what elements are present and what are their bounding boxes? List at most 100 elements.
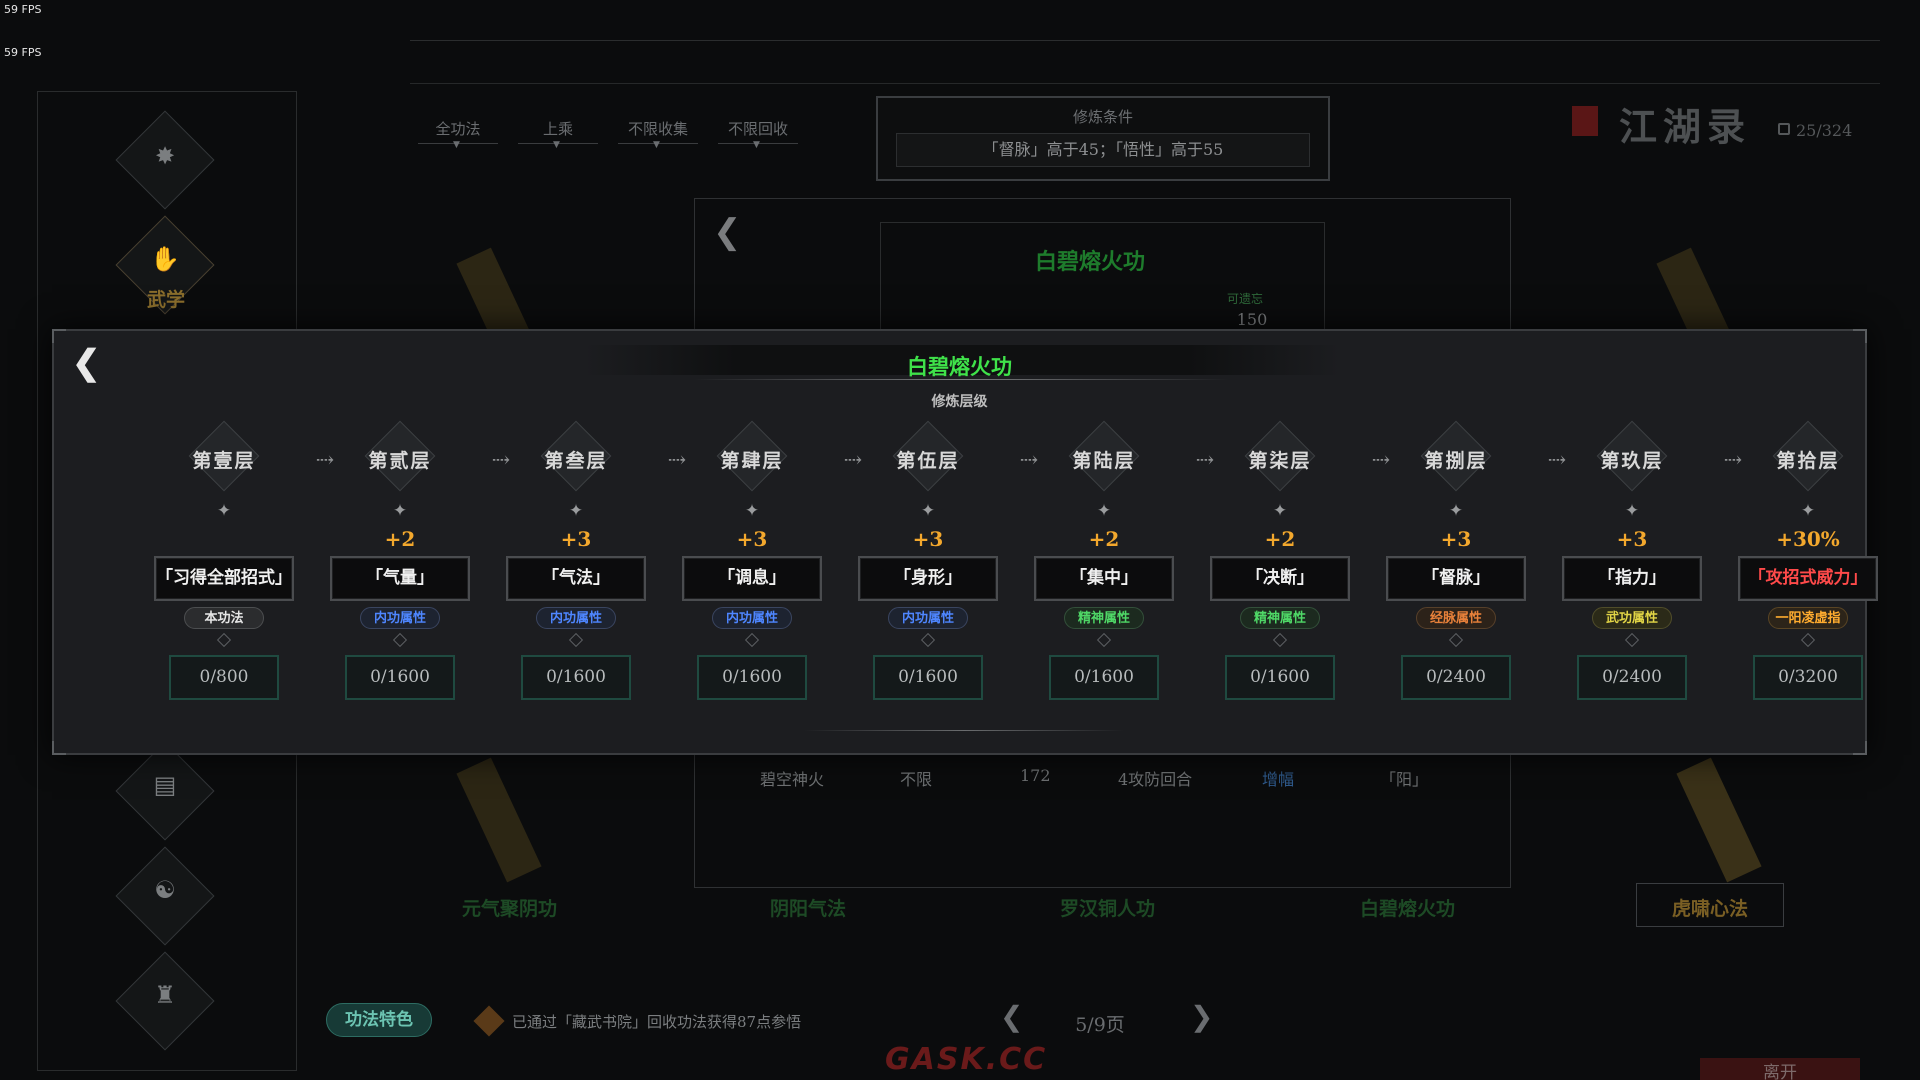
layer-tag: 内功属性 <box>536 607 616 629</box>
layer-stat[interactable]: 「决断」 <box>1210 556 1350 601</box>
filter-recycle[interactable]: 不限回收 <box>718 118 798 139</box>
star-icon: ✦ <box>1096 501 1112 521</box>
layer-name: 第贰层 <box>368 450 432 472</box>
back-arrow-icon[interactable]: ❮ <box>713 212 742 252</box>
layer-column: 第贰层 ✦ +2 「气量」 内功属性 0/1600 <box>325 331 475 757</box>
layer-bonus: +2 <box>384 527 416 551</box>
star-icon: ✦ <box>392 501 408 521</box>
diamond-icon <box>1272 632 1288 648</box>
star-icon: ✦ <box>920 501 936 521</box>
notice-icon <box>473 1005 505 1037</box>
frame-corner <box>52 329 66 343</box>
diamond-icon <box>744 632 760 648</box>
layer-stat[interactable]: 「督脉」 <box>1386 556 1526 601</box>
page-prev-icon[interactable]: ❮ <box>1000 1000 1023 1033</box>
layer-stat[interactable]: 「气法」 <box>506 556 646 601</box>
divider <box>804 730 1124 731</box>
divider <box>410 40 1880 41</box>
layer-bonus: +30% <box>1776 527 1840 551</box>
layer-bonus: +3 <box>1440 527 1472 551</box>
layer-progress: 0/1600 <box>521 655 631 700</box>
notice-text: 已通过「藏武书院」回收功法获得87点参悟 <box>512 1013 802 1031</box>
layer-progress: 0/3200 <box>1753 655 1863 700</box>
bug-icon: ✸ <box>154 142 176 170</box>
star-icon: ✦ <box>1272 501 1288 521</box>
forget-label: 可遗忘 <box>1227 292 1264 306</box>
diamond-icon <box>1800 632 1816 648</box>
layer-name: 第陆层 <box>1072 450 1136 472</box>
layer-name: 第玖层 <box>1600 450 1664 472</box>
chevron-down-icon: ▼ <box>553 140 560 150</box>
layer-tag: 一阳凌虚指 <box>1768 607 1848 629</box>
layer-stat[interactable]: 「身形」 <box>858 556 998 601</box>
skill-type: 增幅 <box>1262 770 1295 789</box>
page-indicator: 5/9页 <box>1075 1014 1125 1036</box>
layer-column: 第叁层 ✦ +3 「气法」 内功属性 0/1600 <box>501 331 651 757</box>
book-name[interactable]: 阴阳气法 <box>770 894 846 921</box>
layer-stat[interactable]: 「攻招式威力」 <box>1738 556 1878 601</box>
layer-progress: 0/1600 <box>1049 655 1159 700</box>
diamond-icon <box>920 632 936 648</box>
layer-tag: 内功属性 <box>712 607 792 629</box>
scroll-icon: ▤ <box>153 771 177 799</box>
book-count: 25/324 <box>1796 121 1853 140</box>
diamond-icon <box>568 632 584 648</box>
star-icon: ✦ <box>216 501 232 521</box>
robe-icon: ♜ <box>154 981 176 1009</box>
chevron-down-icon: ▼ <box>653 140 660 150</box>
layer-tag: 经脉属性 <box>1416 607 1496 629</box>
layer-stat[interactable]: 「习得全部招式」 <box>154 556 294 601</box>
book-name[interactable]: 白碧熔火功 <box>1360 894 1455 921</box>
skill-element: 「阳」 <box>1380 770 1429 789</box>
layer-bonus: +3 <box>560 527 592 551</box>
layer-progress: 0/1600 <box>1225 655 1335 700</box>
layer-stat[interactable]: 「调息」 <box>682 556 822 601</box>
book-name[interactable]: 元气聚阴功 <box>462 894 557 921</box>
book-title: 江湖录 <box>1619 104 1752 149</box>
layer-name: 第拾层 <box>1776 450 1840 472</box>
diamond-icon <box>392 632 408 648</box>
seal-icon <box>1572 106 1598 136</box>
leave-button[interactable]: 离开 <box>1700 1058 1860 1080</box>
page-next-icon[interactable]: ❯ <box>1190 1000 1213 1033</box>
layer-tag: 精神属性 <box>1064 607 1144 629</box>
fps-counter: 59 FPS <box>4 3 42 16</box>
skill-duration: 4攻防回合 <box>1118 770 1193 789</box>
feature-button[interactable]: 功法特色 <box>326 1003 432 1037</box>
book-card-name: 虎啸心法 <box>1671 898 1748 920</box>
star-icon: ✦ <box>1448 501 1464 521</box>
layer-stat[interactable]: 「集中」 <box>1034 556 1174 601</box>
chevron-down-icon: ▼ <box>753 140 760 150</box>
layer-progress: 0/1600 <box>873 655 983 700</box>
condition-text: 「督脉」高于45；「悟性」高于55 <box>896 133 1310 167</box>
filter-grade[interactable]: 上乘 <box>518 118 598 139</box>
layer-name: 第叁层 <box>544 450 608 472</box>
layer-column: 第柒层 ✦ +2 「决断」 精神属性 0/1600 <box>1205 331 1355 757</box>
chevron-down-icon: ▼ <box>453 140 460 150</box>
watermark: GASK.CC <box>885 1042 1048 1077</box>
diamond-icon <box>1096 632 1112 648</box>
layer-bonus: +3 <box>736 527 768 551</box>
martial-icon: ✋ <box>150 245 180 273</box>
star-icon: ✦ <box>1624 501 1640 521</box>
layer-tag: 内功属性 <box>360 607 440 629</box>
diamond-icon <box>216 632 232 648</box>
layer-stat[interactable]: 「气量」 <box>330 556 470 601</box>
layer-column: 第捌层 ✦ +3 「督脉」 经脉属性 0/2400 <box>1381 331 1531 757</box>
layer-bonus: +2 <box>1088 527 1120 551</box>
layer-tag: 内功属性 <box>888 607 968 629</box>
book-name[interactable]: 罗汉铜人功 <box>1060 894 1155 921</box>
layer-column: 第拾层 ✦ +30% 「攻招式威力」 一阳凌虚指 0/3200 <box>1733 331 1883 757</box>
filter-collect[interactable]: 不限收集 <box>618 118 698 139</box>
star-icon: ✦ <box>744 501 760 521</box>
layer-progress: 0/2400 <box>1577 655 1687 700</box>
layer-progress: 0/800 <box>169 655 279 700</box>
condition-panel: 修炼条件 「督脉」高于45；「悟性」高于55 <box>876 96 1330 181</box>
layer-stat[interactable]: 「指力」 <box>1562 556 1702 601</box>
skill-name: 碧空神火 <box>760 770 825 789</box>
fps-counter-2: 59 FPS <box>4 46 42 59</box>
skill-power: 172 <box>1020 766 1051 785</box>
divider <box>410 83 1880 84</box>
filter-all[interactable]: 全功法 <box>418 118 498 139</box>
sidebar-label-martial: 武学 <box>146 289 185 311</box>
